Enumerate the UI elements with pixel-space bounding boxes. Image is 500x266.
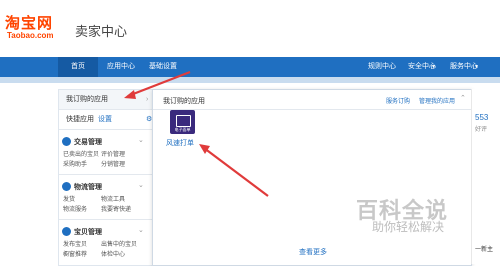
arrow-to-app (199, 144, 269, 197)
arrow-to-my-apps (124, 70, 191, 99)
watermark-subtitle: 助你轻松解决 (372, 220, 445, 234)
